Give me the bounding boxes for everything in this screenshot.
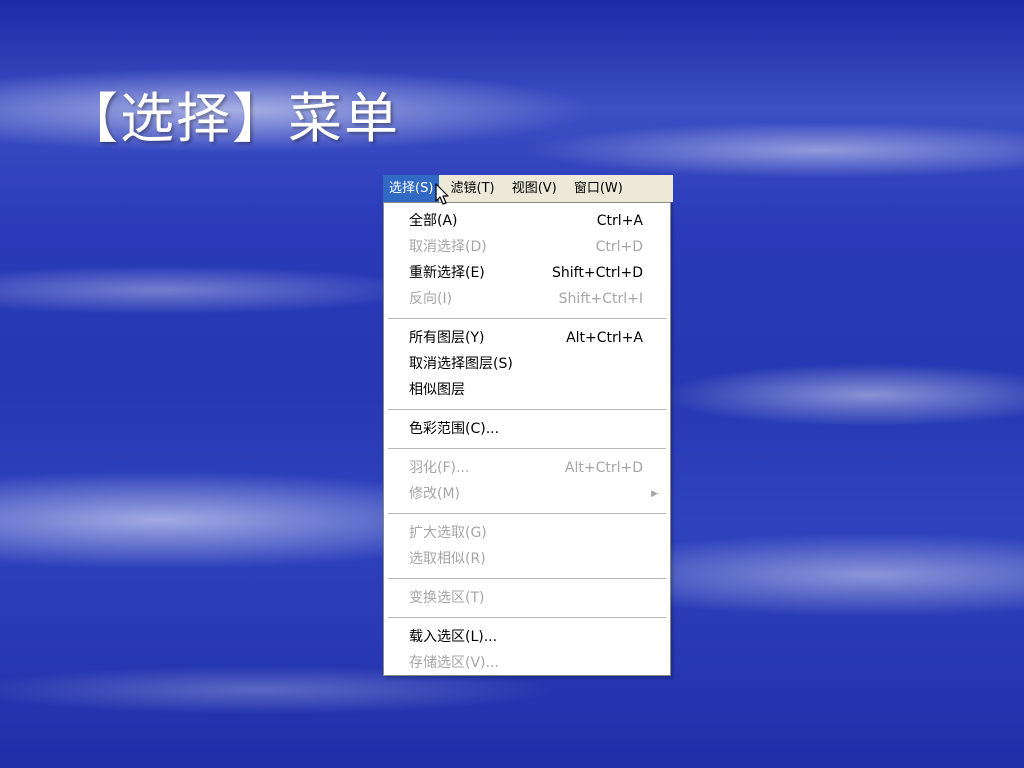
menu-bar: 选择(S) 滤镜(T) 视图(V) 窗口(W): [383, 175, 673, 202]
menu-item-all-layers[interactable]: 所有图层(Y) Alt+Ctrl+A: [384, 325, 670, 351]
menu-item-label: 变换选区(T): [409, 590, 485, 606]
menu-item-label: 羽化(F)...: [409, 460, 470, 476]
menu-item-similar[interactable]: 选取相似(R): [384, 546, 670, 572]
menu-item-shortcut: Alt+Ctrl+A: [566, 330, 643, 346]
menu-item-label: 选取相似(R): [409, 551, 486, 567]
menu-item-grow[interactable]: 扩大选取(G): [384, 520, 670, 546]
menu-item-label: 载入选区(L)...: [409, 629, 498, 645]
menu-filter[interactable]: 滤镜(T): [445, 175, 501, 202]
menu-item-label: 取消选择(D): [409, 239, 487, 255]
menu-item-color-range[interactable]: 色彩范围(C)...: [384, 416, 670, 442]
menu-window[interactable]: 窗口(W): [568, 175, 629, 202]
menu-separator: [388, 318, 666, 319]
menu-item-inverse[interactable]: 反向(I) Shift+Ctrl+I: [384, 286, 670, 312]
menu-item-shortcut: Alt+Ctrl+D: [564, 460, 643, 476]
menu-item-select-all[interactable]: 全部(A) Ctrl+A: [384, 208, 670, 234]
menu-item-shortcut: Ctrl+A: [596, 213, 643, 229]
menu-item-shortcut: Ctrl+D: [595, 239, 643, 255]
menu-item-label: 取消选择图层(S): [409, 356, 513, 372]
menu-item-feather[interactable]: 羽化(F)... Alt+Ctrl+D: [384, 455, 670, 481]
menu-item-label: 全部(A): [409, 213, 458, 229]
menu-item-load-selection[interactable]: 载入选区(L)...: [384, 624, 670, 650]
menu-separator: [388, 409, 666, 410]
slide-title: 【选择】菜单: [64, 87, 400, 150]
menu-item-label: 修改(M): [409, 486, 461, 502]
menu-item-label: 扩大选取(G): [409, 525, 487, 541]
menu-item-label: 所有图层(Y): [409, 330, 485, 346]
menu-separator: [388, 578, 666, 579]
menu-item-label: 反向(I): [409, 291, 453, 307]
submenu-arrow-icon: ▶: [651, 489, 658, 499]
menu-item-label: 色彩范围(C)...: [409, 421, 500, 437]
menu-item-transform-selection[interactable]: 变换选区(T): [384, 585, 670, 611]
menu-item-label: 存储选区(V)...: [409, 655, 499, 671]
menu-separator: [388, 617, 666, 618]
menu-separator: [388, 513, 666, 514]
menu-item-deselect-layers[interactable]: 取消选择图层(S): [384, 351, 670, 377]
menu-item-save-selection[interactable]: 存储选区(V)...: [384, 650, 670, 676]
menu-select[interactable]: 选择(S): [383, 175, 440, 202]
arrow-cursor-icon: [435, 183, 449, 205]
menu-separator: [388, 448, 666, 449]
menu-item-reselect[interactable]: 重新选择(E) Shift+Ctrl+D: [384, 260, 670, 286]
menu-item-label: 重新选择(E): [409, 265, 485, 281]
select-dropdown-menu: 全部(A) Ctrl+A 取消选择(D) Ctrl+D 重新选择(E) Shif…: [383, 202, 671, 676]
menu-item-shortcut: Shift+Ctrl+D: [552, 265, 643, 281]
menu-item-similar-layers[interactable]: 相似图层: [384, 377, 670, 403]
menu-item-label: 相似图层: [409, 382, 465, 398]
menu-item-shortcut: Shift+Ctrl+I: [558, 291, 643, 307]
menu-item-modify[interactable]: 修改(M) ▶: [384, 481, 670, 507]
menu-view[interactable]: 视图(V): [506, 175, 563, 202]
menu-item-deselect[interactable]: 取消选择(D) Ctrl+D: [384, 234, 670, 260]
